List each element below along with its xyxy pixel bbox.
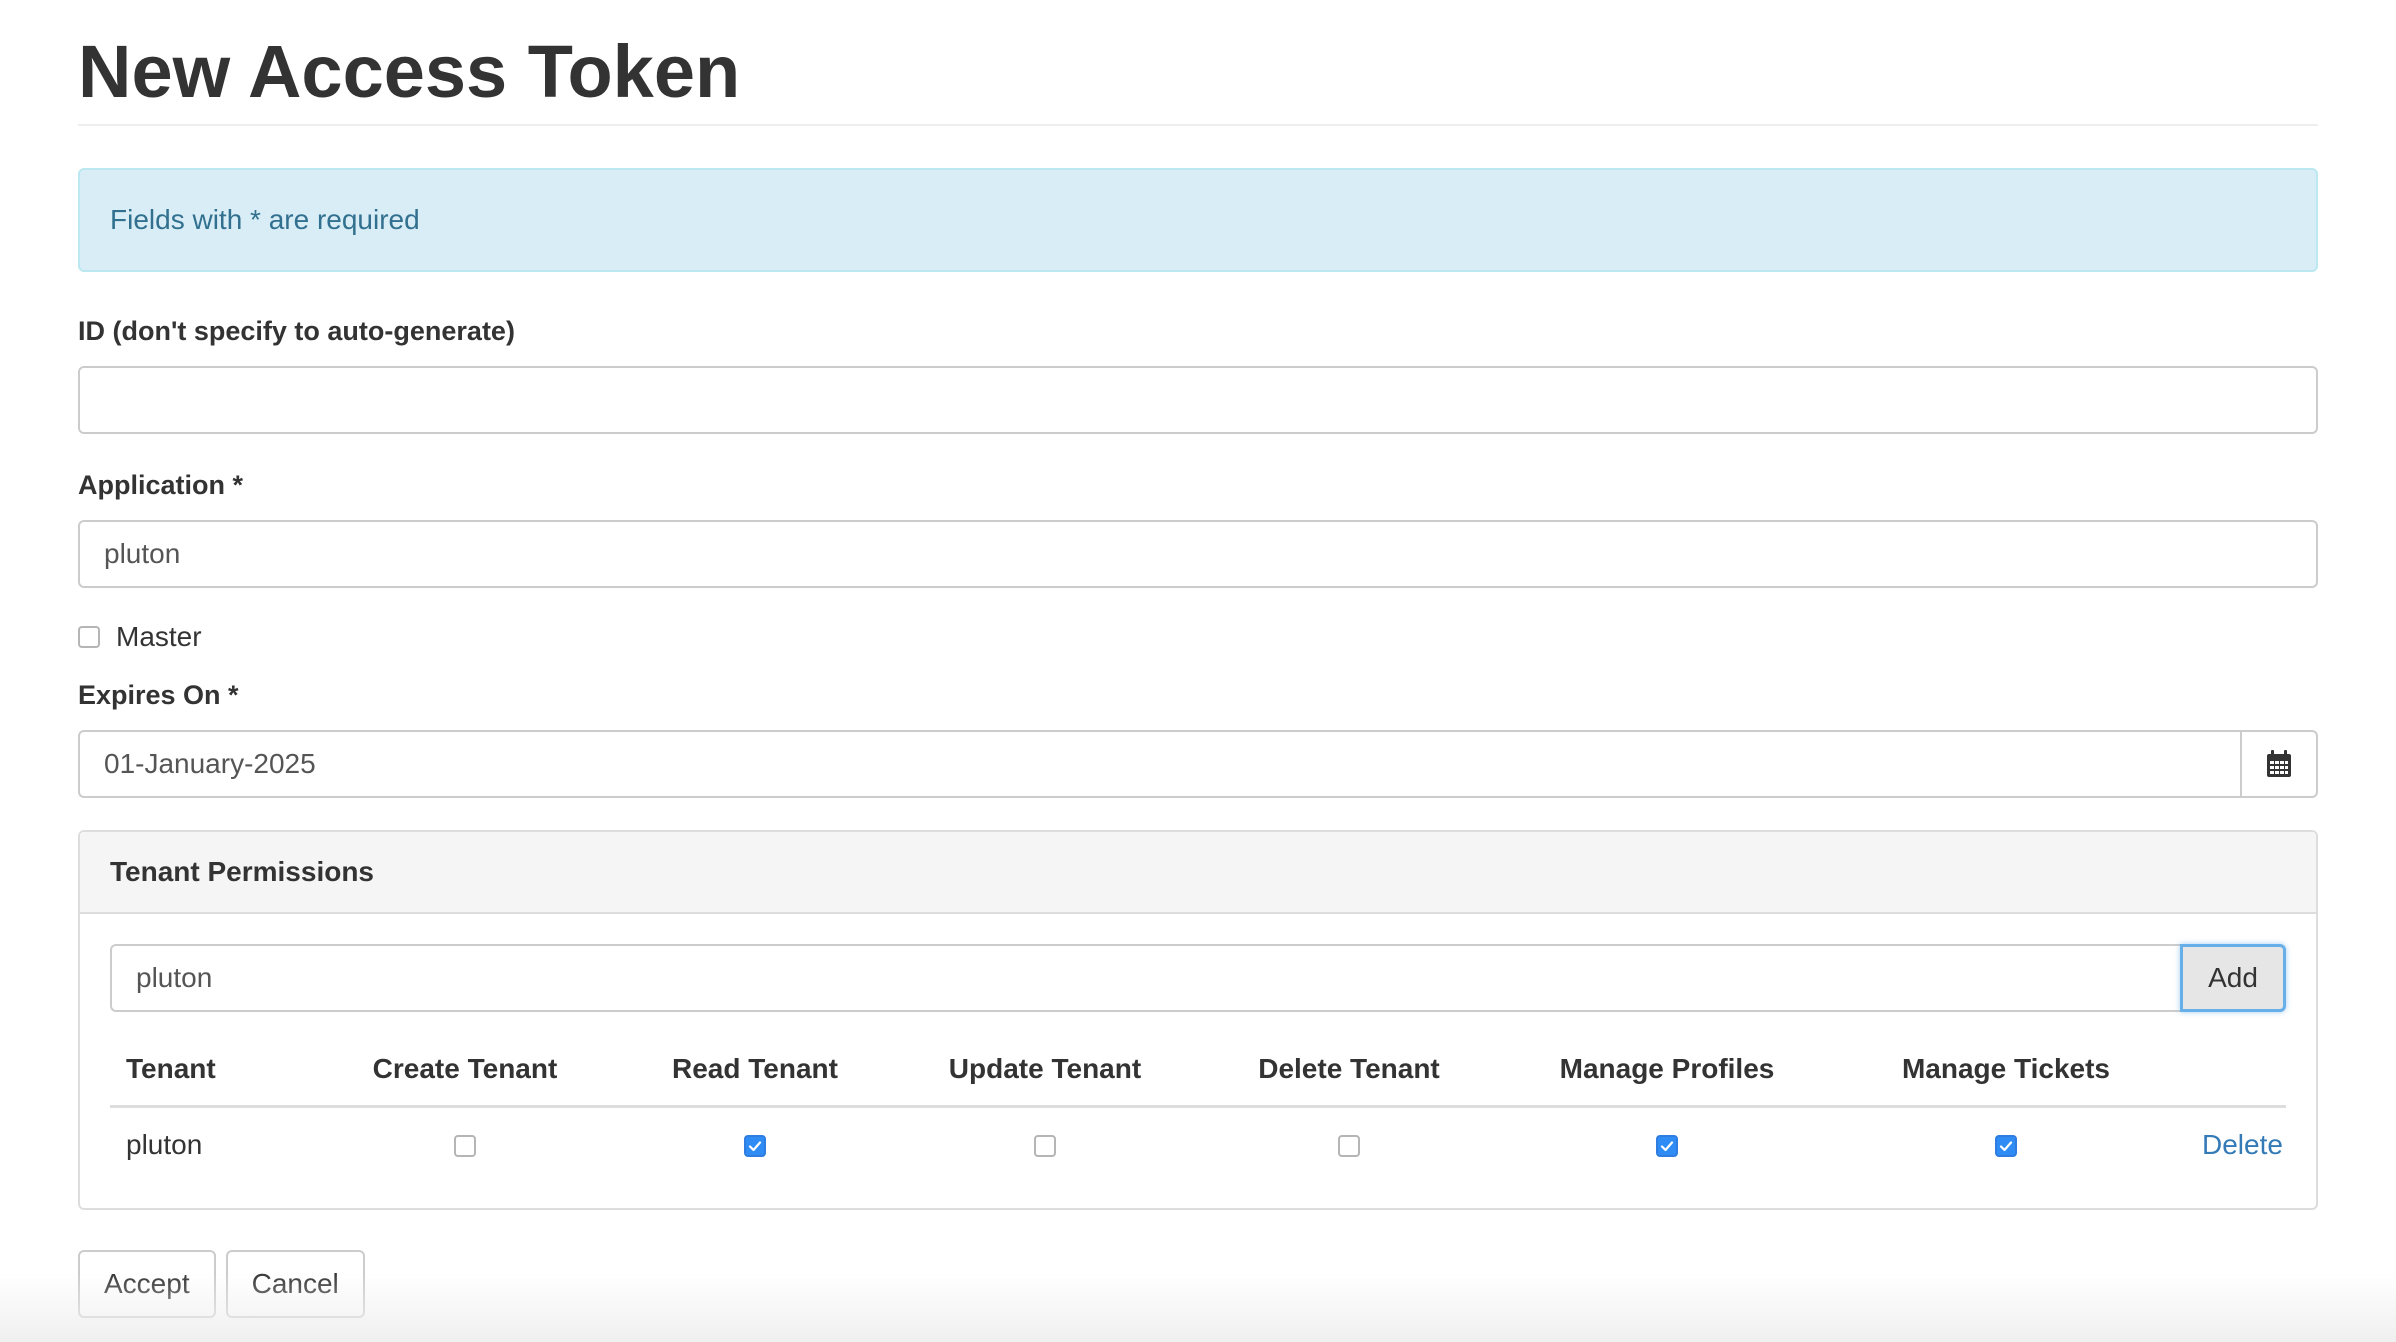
column-header-delete-tenant: Delete Tenant (1190, 1012, 1508, 1108)
master-checkbox-row: Master (78, 620, 2318, 654)
tenant-permissions-heading: Tenant Permissions (80, 832, 2316, 914)
column-header-read-tenant: Read Tenant (610, 1012, 900, 1108)
column-header-actions (2186, 1012, 2286, 1108)
update-tenant-cell (900, 1106, 1190, 1182)
manage-tickets-checkbox[interactable] (1995, 1135, 2017, 1158)
column-header-tenant: Tenant (110, 1012, 320, 1108)
column-header-update-tenant: Update Tenant (900, 1012, 1190, 1108)
add-tenant-button[interactable]: Add (2180, 944, 2286, 1012)
update-tenant-checkbox[interactable] (1034, 1135, 1056, 1158)
id-input[interactable] (78, 366, 2318, 434)
expires-on-input[interactable]: 01-January-2025 (78, 730, 2240, 798)
delete-tenant-link[interactable]: Delete (2202, 1129, 2283, 1160)
tenant-name-cell: pluton (126, 1128, 203, 1160)
read-tenant-cell (610, 1106, 900, 1182)
read-tenant-checkbox[interactable] (744, 1135, 766, 1158)
id-label: ID (don't specify to auto-generate) (78, 316, 515, 346)
application-label: Application * (78, 470, 244, 500)
expires-on-group: 01-January-2025 (78, 730, 2318, 798)
master-label: Master (116, 621, 202, 652)
bottom-fade (0, 1272, 2396, 1342)
manage-profiles-checkbox[interactable] (1656, 1135, 1678, 1158)
page: New Access Token Fields with * are requi… (0, 0, 2396, 1342)
manage-profiles-cell (1508, 1106, 1826, 1182)
table-row: pluton Delete (110, 1106, 2286, 1182)
column-header-manage-profiles: Manage Profiles (1508, 1012, 1826, 1108)
column-header-manage-tickets: Manage Tickets (1826, 1012, 2186, 1108)
page-title: New Access Token (78, 0, 2318, 126)
expires-on-label: Expires On * (78, 680, 239, 710)
tenant-permissions-panel: Tenant Permissions pluton Add Tenant Cre… (78, 830, 2318, 1210)
column-header-create-tenant: Create Tenant (320, 1012, 610, 1108)
application-input[interactable]: pluton (78, 520, 2318, 588)
table-header-row: Tenant Create Tenant Read Tenant Update … (110, 1012, 2286, 1108)
delete-tenant-cell (1190, 1106, 1508, 1182)
tenant-permissions-table: Tenant Create Tenant Read Tenant Update … (110, 1012, 2286, 1182)
master-checkbox[interactable] (78, 626, 100, 648)
calendar-button[interactable] (2240, 730, 2318, 798)
row-actions-cell: Delete (2186, 1106, 2286, 1182)
required-fields-alert: Fields with * are required (78, 168, 2318, 272)
create-tenant-cell (320, 1106, 610, 1182)
tenant-permissions-body: pluton Add Tenant Create Tenant Read Ten… (80, 914, 2316, 1182)
tenant-input[interactable]: pluton (110, 944, 2180, 1012)
main-container: New Access Token Fields with * are requi… (78, 0, 2318, 1318)
alert-text: Fields with * are required (110, 204, 420, 235)
calendar-icon (2267, 750, 2291, 777)
tenant-add-group: pluton Add (110, 944, 2286, 1012)
create-tenant-checkbox[interactable] (454, 1135, 476, 1158)
delete-tenant-checkbox[interactable] (1338, 1135, 1360, 1158)
manage-tickets-cell (1826, 1106, 2186, 1182)
